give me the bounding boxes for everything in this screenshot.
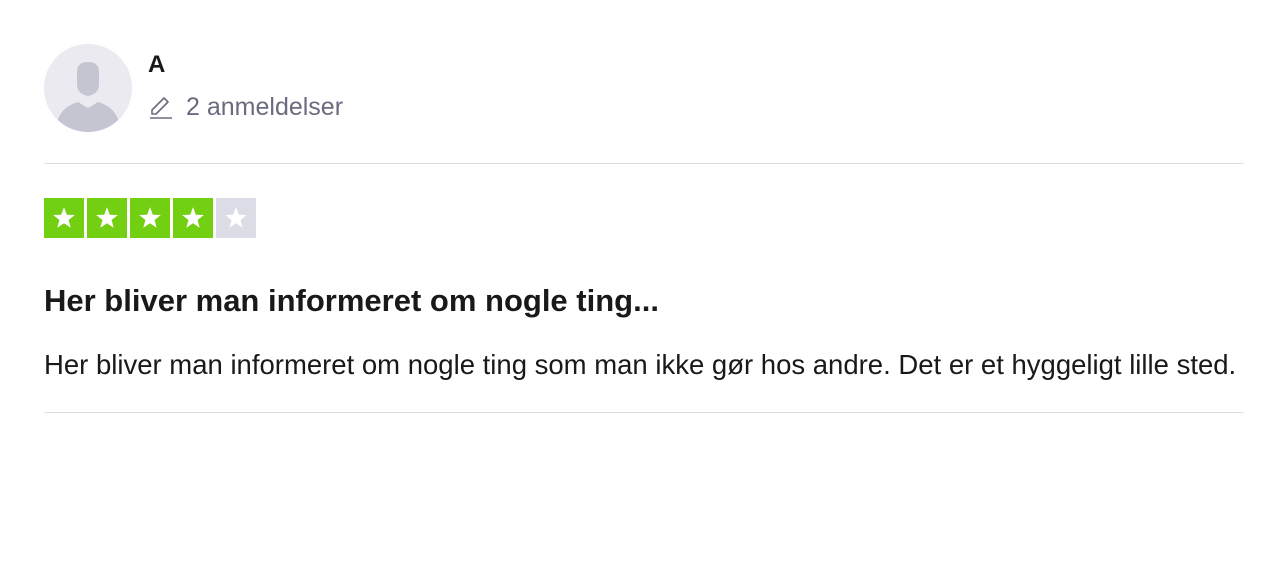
star-filled xyxy=(44,198,84,238)
reviewer-name[interactable]: A xyxy=(148,50,343,80)
review-count-label: 2 anmeldelser xyxy=(186,93,344,121)
star-icon xyxy=(225,207,247,228)
star-icon xyxy=(96,207,118,228)
star-rating xyxy=(44,198,1244,238)
avatar[interactable] xyxy=(44,44,132,132)
star-filled xyxy=(87,198,127,238)
star-empty xyxy=(216,198,256,238)
reviewer-header: A 2 anmeldelser xyxy=(44,44,1244,164)
divider xyxy=(44,412,1244,413)
star-icon xyxy=(139,207,161,228)
star-filled xyxy=(130,198,170,238)
star-icon xyxy=(53,207,75,228)
review-body: Her bliver man informeret om nogle ting … xyxy=(44,349,1237,380)
star-filled xyxy=(173,198,213,238)
review-count: 2 anmeldelser xyxy=(148,92,343,122)
review-card: A 2 anmeldelser Her bliver man informere… xyxy=(44,44,1244,413)
star-icon xyxy=(182,207,204,228)
reviewer-info: A 2 anmeldelser xyxy=(148,44,343,122)
user-silhouette-icon xyxy=(44,44,132,132)
review-title[interactable]: Her bliver man informeret om nogle ting.… xyxy=(44,282,1244,320)
pencil-icon xyxy=(150,97,172,119)
